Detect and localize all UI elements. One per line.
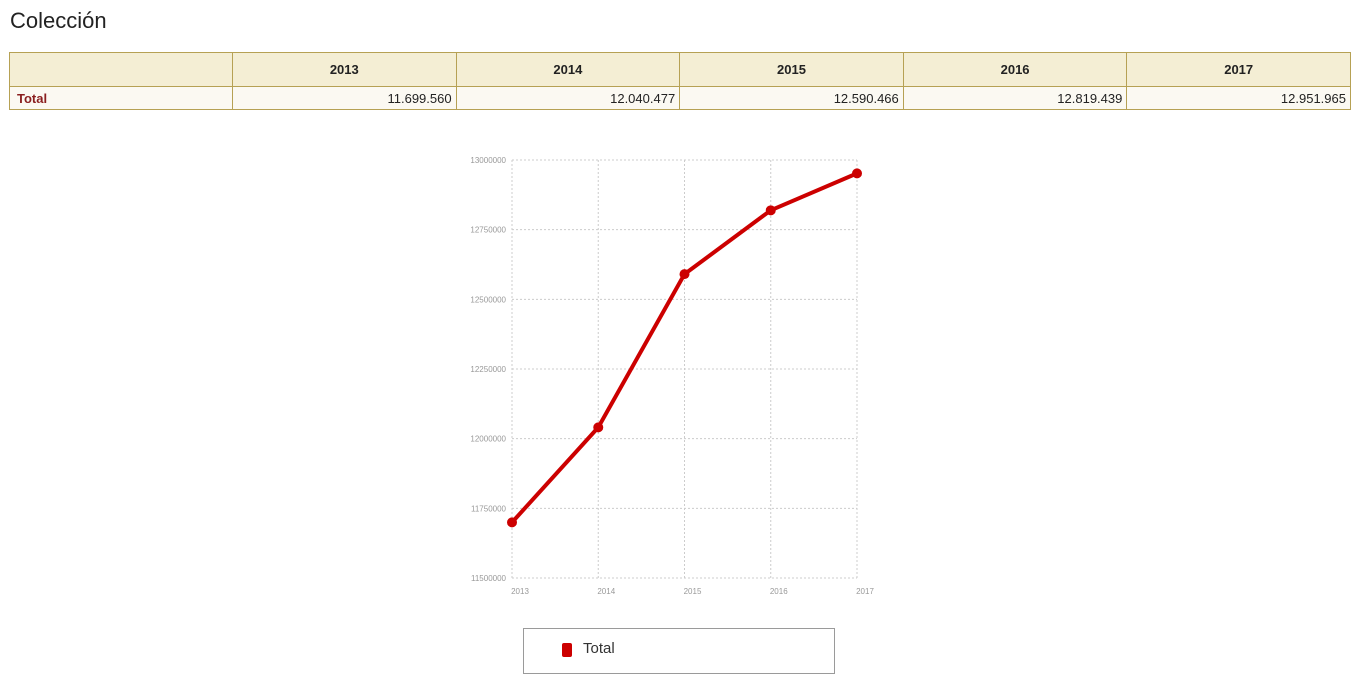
y-tick-label: 11750000 <box>471 504 507 513</box>
x-tick-label: 2013 <box>511 587 529 596</box>
y-tick-label: 13000000 <box>470 156 506 165</box>
legend-swatch-total <box>562 643 572 657</box>
x-tick-label: 2016 <box>770 587 788 596</box>
data-point <box>507 517 517 528</box>
y-tick-label: 12000000 <box>470 435 506 444</box>
x-tick-label: 2017 <box>856 587 874 596</box>
x-tick-label: 2014 <box>597 587 615 596</box>
x-tick-label: 2015 <box>684 587 702 596</box>
data-point <box>765 205 776 216</box>
y-tick-label: 12750000 <box>470 226 506 235</box>
y-tick-label: 12500000 <box>470 295 506 304</box>
data-point <box>852 168 862 179</box>
y-tick-label: 11500000 <box>471 574 507 583</box>
legend-label-total: Total <box>583 640 615 657</box>
line-chart: 11500000 11750000 12000000 12250000 12500000… <box>470 156 874 596</box>
data-point <box>679 269 690 280</box>
y-tick-label: 12250000 <box>470 365 506 374</box>
chart-legend: Total <box>523 628 835 674</box>
data-point <box>593 422 604 433</box>
